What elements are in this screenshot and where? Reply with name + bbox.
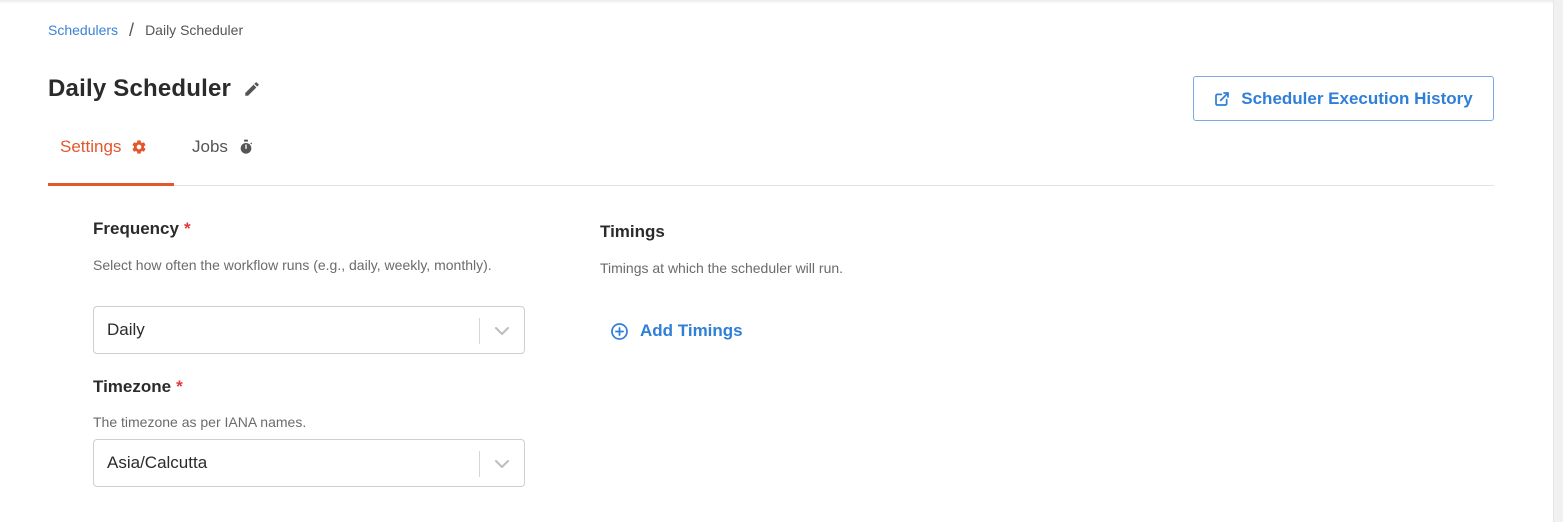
top-shadow [0, 0, 1563, 4]
tab-settings-label: Settings [60, 137, 122, 156]
tab-settings[interactable]: Settings [48, 130, 174, 186]
select-divider [479, 318, 480, 344]
add-timings-label: Add Timings [640, 321, 743, 340]
frequency-select[interactable]: Daily [93, 306, 525, 354]
tab-jobs[interactable]: Jobs [192, 130, 254, 186]
required-mark: * [176, 377, 183, 396]
timezone-help: The timezone as per IANA names. [93, 414, 307, 430]
required-mark: * [183, 219, 191, 238]
timings-label: Timings [600, 222, 665, 241]
frequency-help: Select how often the workflow runs (e.g.… [93, 257, 492, 273]
timezone-label-text: Timezone [93, 377, 172, 396]
timezone-label: Timezone * [93, 377, 183, 397]
breadcrumb-link-schedulers[interactable]: Schedulers [48, 22, 118, 38]
timezone-select[interactable]: Asia/Calcutta [93, 439, 525, 487]
tab-jobs-label: Jobs [192, 137, 228, 156]
title-row: Daily Scheduler [48, 74, 263, 104]
gear-icon [131, 139, 147, 155]
frequency-select-value: Daily [107, 320, 145, 339]
frequency-label-text: Frequency [93, 219, 179, 238]
tab-bar: Settings Jobs [48, 130, 1494, 186]
history-button-label: Scheduler Execution History [1241, 88, 1473, 108]
timings-help: Timings at which the scheduler will run. [600, 260, 844, 276]
external-link-icon [1214, 91, 1230, 107]
scheduler-execution-history-button[interactable]: Scheduler Execution History [1193, 76, 1494, 121]
stopwatch-icon [238, 139, 254, 155]
pencil-icon[interactable] [243, 79, 263, 99]
page-title: Daily Scheduler [48, 75, 232, 102]
chevron-down-icon[interactable] [492, 455, 512, 473]
select-divider [479, 451, 480, 477]
add-timings-button[interactable]: Add Timings [610, 320, 743, 342]
plus-circle-icon [610, 322, 629, 341]
breadcrumb: Schedulers / Daily Scheduler [48, 20, 243, 40]
breadcrumb-current: Daily Scheduler [145, 22, 244, 38]
chevron-down-icon[interactable] [492, 322, 512, 340]
breadcrumb-separator: / [129, 20, 135, 40]
scrollbar-track[interactable] [1553, 0, 1563, 522]
timezone-select-value: Asia/Calcutta [107, 453, 208, 472]
frequency-label: Frequency * [93, 219, 191, 239]
